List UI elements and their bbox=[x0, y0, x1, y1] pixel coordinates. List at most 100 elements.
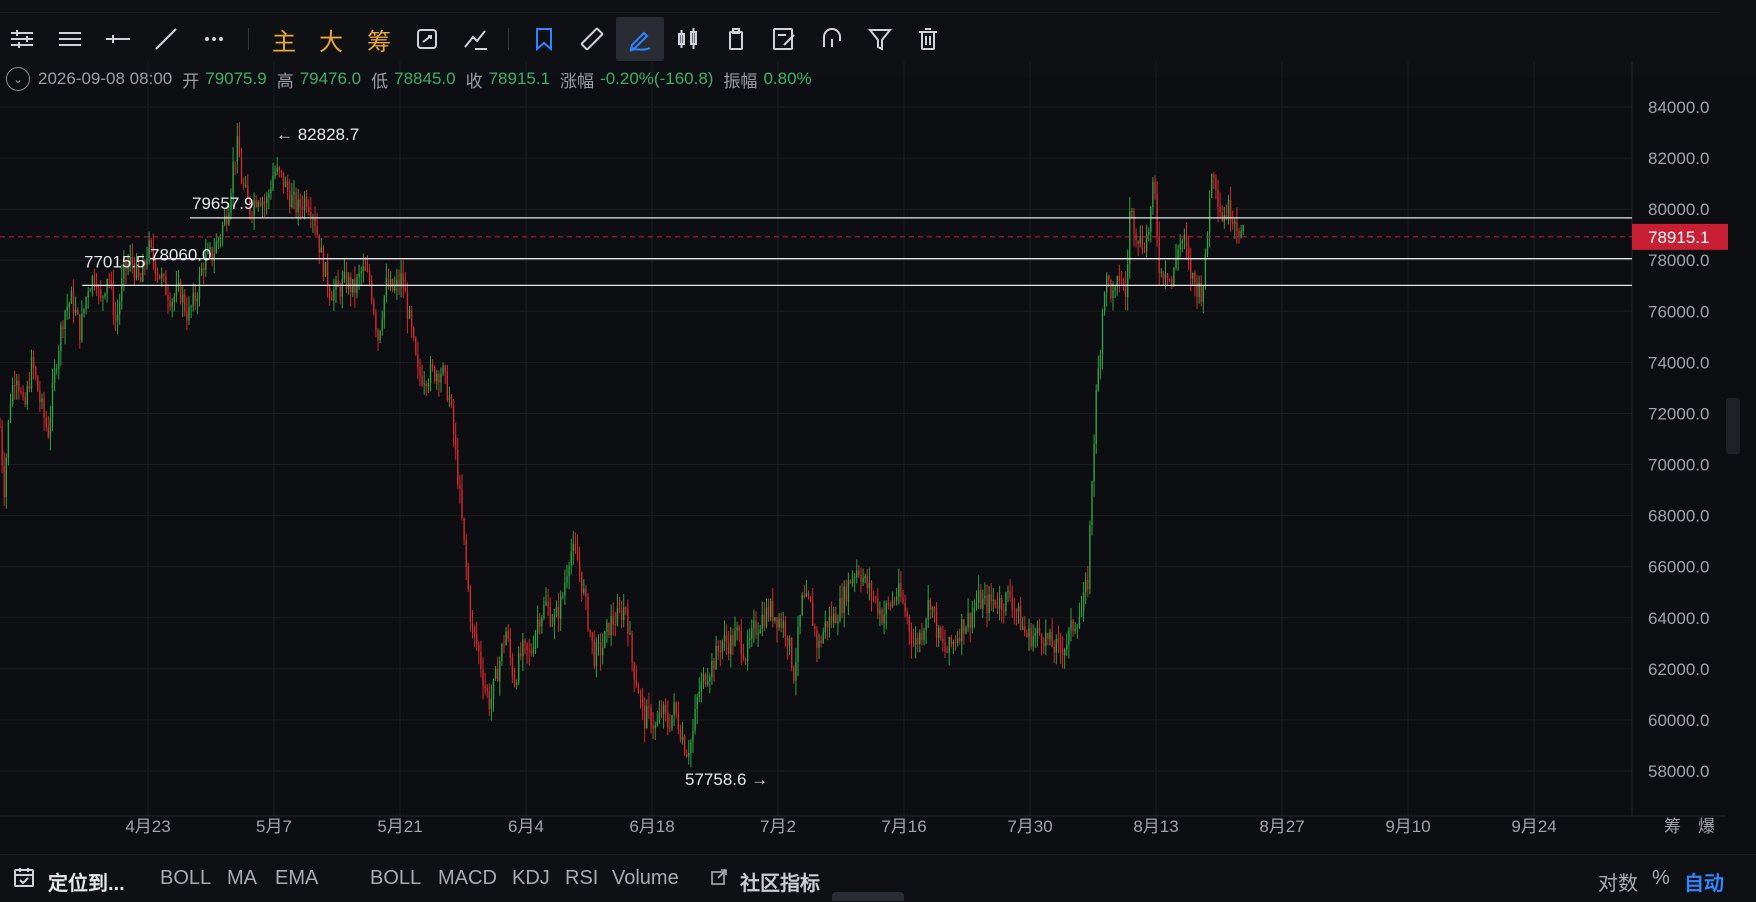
panel-collapse-tab[interactable] bbox=[832, 892, 904, 901]
sub-indicator-boll[interactable]: BOLL bbox=[370, 867, 421, 890]
candle-body bbox=[484, 685, 486, 689]
candle-body bbox=[1217, 190, 1219, 207]
auto-scale-toggle[interactable]: 自动 bbox=[1684, 867, 1724, 896]
edit-note-icon[interactable] bbox=[760, 17, 808, 61]
menu-lines-icon[interactable] bbox=[46, 17, 94, 61]
locate-to-button[interactable]: 定位到... bbox=[48, 867, 125, 896]
candle-body bbox=[16, 380, 18, 386]
refresh-icon[interactable] bbox=[403, 17, 451, 61]
candle-body bbox=[566, 576, 568, 584]
candle-body bbox=[717, 645, 719, 651]
candle-body bbox=[662, 704, 665, 715]
y-axis-tick-label: 76000.0 bbox=[1648, 302, 1709, 321]
main-chart-button[interactable]: 主 bbox=[260, 17, 308, 61]
candle-body bbox=[1166, 273, 1169, 279]
big-order-button[interactable]: 大 bbox=[307, 17, 355, 61]
candle-body bbox=[186, 311, 188, 321]
price-axis-scroll-handle[interactable] bbox=[1726, 398, 1740, 454]
candle-body bbox=[1171, 279, 1173, 286]
trend-line-icon[interactable] bbox=[142, 17, 190, 61]
candles-icon[interactable] bbox=[664, 17, 712, 61]
pen-draw-icon[interactable] bbox=[616, 17, 664, 61]
y-axis-tick-label: 72000.0 bbox=[1648, 404, 1709, 423]
more-dots-icon[interactable] bbox=[190, 17, 238, 61]
candle-body bbox=[1024, 626, 1026, 633]
candle-body bbox=[881, 610, 883, 624]
candle-body bbox=[270, 189, 272, 194]
candle-body bbox=[982, 598, 984, 609]
candle-body bbox=[242, 183, 245, 186]
chip-distribution-button[interactable]: 筹 bbox=[355, 17, 403, 61]
y-axis-tick-label: 80000.0 bbox=[1648, 200, 1709, 219]
candle-body bbox=[1007, 590, 1009, 593]
candle-body bbox=[568, 565, 570, 577]
candle-body bbox=[845, 586, 847, 602]
candle-body bbox=[799, 614, 801, 627]
candle-body bbox=[1108, 275, 1110, 280]
candle-body bbox=[427, 383, 430, 387]
candle-body bbox=[45, 417, 47, 428]
candle-body bbox=[854, 577, 856, 579]
candle-body bbox=[719, 650, 721, 653]
candle-body bbox=[1087, 580, 1089, 590]
candle-body bbox=[98, 289, 100, 291]
y-axis-tick-label: 60000.0 bbox=[1648, 711, 1709, 730]
close-value: 78915.1 bbox=[488, 69, 551, 88]
candle-body bbox=[77, 309, 79, 315]
community-indicators-button[interactable]: 社区指标 bbox=[740, 867, 820, 896]
main-indicator-ema[interactable]: EMA bbox=[275, 867, 318, 890]
trash-icon[interactable] bbox=[904, 17, 952, 61]
candle-body bbox=[935, 611, 938, 638]
main-indicator-boll[interactable]: BOLL bbox=[160, 867, 211, 890]
candle-body bbox=[1190, 258, 1192, 279]
candle-body bbox=[383, 296, 385, 320]
candle-body bbox=[406, 292, 409, 319]
candle-body bbox=[938, 627, 940, 638]
ruler-icon[interactable] bbox=[568, 17, 616, 61]
candle-body bbox=[801, 595, 803, 615]
last-price-tag-label: 78915.1 bbox=[1648, 228, 1709, 247]
candle-body bbox=[841, 598, 843, 614]
candle-body bbox=[751, 627, 753, 639]
collapse-chevron-icon[interactable]: ⌄ bbox=[6, 67, 30, 91]
candle-body bbox=[146, 258, 148, 265]
bookmark-icon[interactable] bbox=[520, 17, 568, 61]
sub-indicator-rsi[interactable]: RSI bbox=[565, 867, 598, 890]
draw-tools-icon[interactable] bbox=[451, 17, 499, 61]
sub-indicator-volume[interactable]: Volume bbox=[612, 867, 679, 890]
candle-body bbox=[921, 632, 923, 641]
candle-body bbox=[156, 273, 159, 275]
candlestick-chart[interactable]: 84000.0 82000.0 80000.0 78000.0 76000.0 74000… bbox=[0, 62, 1756, 854]
main-indicator-ma[interactable]: MA bbox=[227, 867, 257, 890]
candle-body bbox=[858, 570, 860, 576]
external-link-icon[interactable] bbox=[710, 868, 728, 892]
sub-indicator-kdj[interactable]: KDJ bbox=[512, 867, 550, 890]
percent-scale-toggle[interactable]: % bbox=[1652, 867, 1670, 890]
calendar-icon[interactable] bbox=[12, 865, 36, 895]
sub-indicator-macd[interactable]: MACD bbox=[438, 867, 497, 890]
log-scale-toggle[interactable]: 对数 bbox=[1598, 867, 1638, 896]
candle-body bbox=[423, 383, 425, 385]
candle-body bbox=[520, 653, 522, 657]
candle-body bbox=[734, 630, 736, 646]
horizontal-line-icon[interactable] bbox=[94, 17, 142, 61]
candle-body bbox=[633, 662, 635, 680]
settings-lines-icon[interactable] bbox=[0, 17, 46, 61]
candle-body bbox=[366, 270, 369, 272]
candle-body bbox=[505, 631, 507, 645]
x-axis-tick-label: 9月10 bbox=[1385, 817, 1430, 836]
candle-body bbox=[463, 517, 465, 540]
toolbar-separator bbox=[248, 28, 249, 50]
candle-body bbox=[22, 392, 24, 398]
candle-body bbox=[969, 613, 971, 628]
candle-body bbox=[53, 369, 56, 383]
clipboard-icon[interactable] bbox=[712, 17, 760, 61]
candle-body bbox=[971, 613, 973, 628]
candle-body bbox=[778, 618, 780, 628]
candle-body bbox=[1091, 481, 1093, 525]
candle-body bbox=[1001, 597, 1003, 611]
candle-body bbox=[1070, 620, 1072, 630]
magnet-icon[interactable] bbox=[808, 17, 856, 61]
candle-body bbox=[702, 674, 705, 682]
filter-icon[interactable] bbox=[856, 17, 904, 61]
